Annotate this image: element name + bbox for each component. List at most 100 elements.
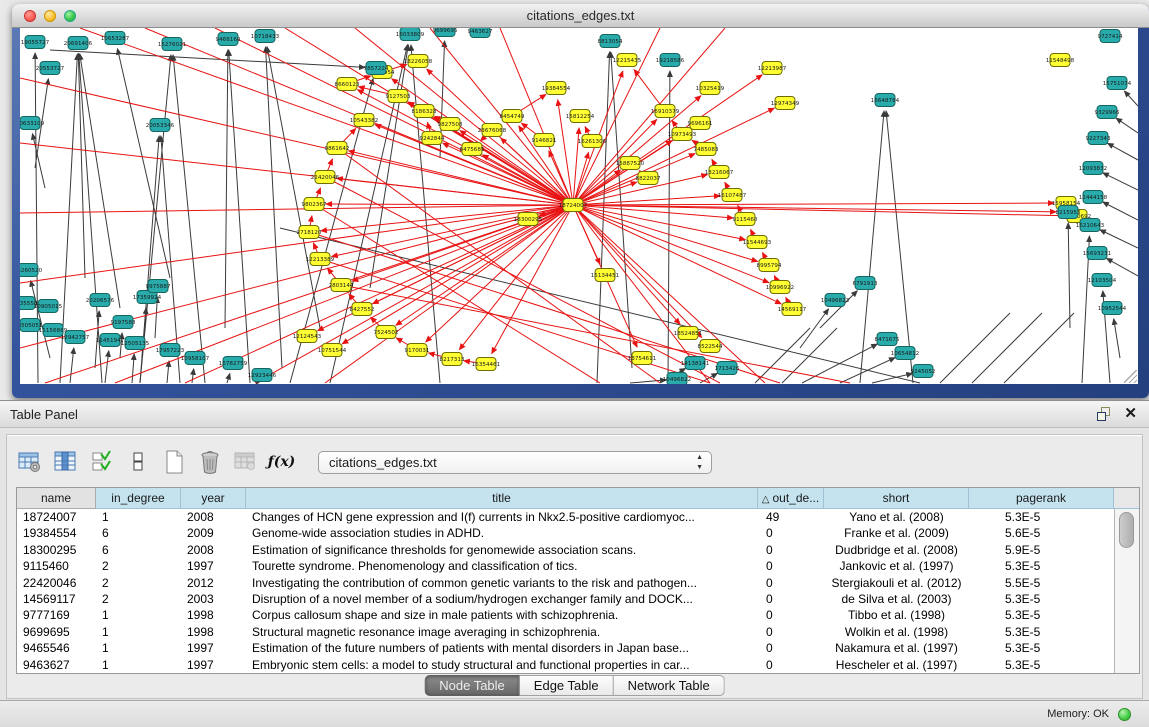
graph-node[interactable]: 20691406: [64, 37, 93, 50]
graph-node[interactable]: 8471675: [875, 333, 900, 346]
graph-node[interactable]: 18524851: [674, 327, 703, 340]
column-header-title[interactable]: title: [246, 488, 758, 509]
graph-node[interactable]: 14569117: [778, 303, 807, 316]
graph-node[interactable]: 10496822: [663, 373, 691, 385]
graph-node[interactable]: 9696161: [688, 117, 713, 130]
scrollbar-thumb[interactable]: [1119, 512, 1134, 548]
graph-node[interactable]: 12974349: [771, 97, 800, 110]
graph-node[interactable]: 10718433: [251, 30, 280, 43]
toggle-rows-icon[interactable]: [124, 449, 151, 476]
graph-node[interactable]: 12215435: [613, 54, 642, 67]
graph-node[interactable]: 8522544: [698, 340, 723, 353]
select-rows-icon[interactable]: [88, 449, 115, 476]
graph-node[interactable]: 7524502: [374, 326, 399, 339]
table-row[interactable]: 977716911998Corpus callosum shape and si…: [17, 607, 1139, 623]
graph-node[interactable]: 9827508: [438, 118, 463, 131]
graph-node[interactable]: 16107487: [718, 189, 747, 202]
graph-node[interactable]: 8454749: [500, 110, 525, 123]
graph-node[interactable]: 9146821: [532, 134, 557, 147]
graph-node[interactable]: 10325419: [696, 82, 725, 95]
graph-node[interactable]: 8217313: [440, 353, 465, 366]
graph-node[interactable]: 10496823: [821, 294, 850, 307]
tab-edge-table[interactable]: Edge Table: [520, 675, 614, 696]
graph-node[interactable]: 8813054: [598, 35, 623, 48]
graph-node[interactable]: 23676068: [478, 124, 507, 137]
graph-node[interactable]: 8427552: [350, 303, 375, 316]
graph-node[interactable]: 8475685: [460, 143, 485, 156]
graph-node[interactable]: 20553727: [36, 62, 65, 75]
graph-node[interactable]: 11544693: [743, 236, 772, 249]
graph-node[interactable]: 17957223: [156, 344, 185, 357]
graph-node[interactable]: 2718120: [297, 226, 322, 239]
graph-node[interactable]: 12124543: [293, 330, 322, 343]
network-canvas[interactable]: 1872400718226058891295486601239127503818…: [20, 28, 1138, 384]
graph-node[interactable]: 14138141: [681, 357, 710, 370]
graph-node[interactable]: 9170031: [405, 344, 430, 357]
column-header-in_degree[interactable]: in_degree: [96, 488, 181, 509]
graph-node[interactable]: 10996922: [766, 281, 794, 294]
graph-node[interactable]: 18226058: [404, 55, 433, 68]
tab-node-table[interactable]: Node Table: [424, 675, 520, 696]
table-row[interactable]: 911546021997Tourette syndrome. Phenomeno…: [17, 558, 1139, 574]
graph-node[interactable]: 15751074: [1103, 77, 1132, 90]
float-panel-icon[interactable]: [1097, 407, 1111, 421]
graph-node[interactable]: 12093832: [1079, 162, 1107, 175]
graph-node[interactable]: 25260520: [20, 264, 43, 277]
table-row[interactable]: 946554611997Estimation of the future num…: [17, 640, 1139, 656]
resize-grip-icon[interactable]: [1124, 370, 1137, 383]
graph-node[interactable]: 15134451: [591, 269, 620, 282]
graph-node[interactable]: 9727414: [1098, 30, 1123, 43]
delete-column-icon[interactable]: [196, 449, 223, 476]
column-header-year[interactable]: year: [181, 488, 246, 509]
graph-node[interactable]: 10952544: [1098, 302, 1127, 315]
tab-network-table[interactable]: Network Table: [614, 675, 725, 696]
table-row[interactable]: 1938455462009Genome-wide association stu…: [17, 525, 1139, 541]
graph-node[interactable]: 8186328: [412, 105, 437, 118]
graph-node[interactable]: 15276021: [158, 38, 187, 51]
function-builder-icon[interactable]: ƒ(x): [268, 449, 295, 476]
table-row[interactable]: 1830029562008Estimation of significance …: [17, 542, 1139, 558]
graph-node[interactable]: 10653287: [101, 32, 130, 45]
graph-node[interactable]: 6791913: [853, 277, 878, 290]
graph-node[interactable]: 9245052: [911, 365, 936, 378]
graph-node[interactable]: 12444158: [1079, 191, 1108, 204]
graph-node[interactable]: 8215953: [1056, 206, 1081, 219]
graph-node[interactable]: 13216067: [705, 166, 734, 179]
graph-node[interactable]: 10958107: [181, 352, 210, 365]
graph-node[interactable]: 20053346: [146, 119, 175, 132]
graph-node[interactable]: 16648784: [871, 94, 900, 107]
graph-node[interactable]: 10654812: [891, 347, 919, 360]
graph-node[interactable]: 16354461: [472, 358, 501, 371]
graph-node[interactable]: 9699695: [433, 28, 458, 37]
graph-node[interactable]: 9329966: [1095, 106, 1120, 119]
graph-node[interactable]: 16782759: [219, 357, 248, 370]
graph-node[interactable]: 9115460: [733, 213, 758, 226]
table-row[interactable]: 2242004622012Investigating the contribut…: [17, 575, 1139, 591]
graph-node[interactable]: 8995794: [757, 259, 782, 272]
column-header-name[interactable]: name: [17, 488, 96, 509]
table-row[interactable]: 1456911722003Disruption of a novel membe…: [17, 591, 1139, 607]
close-panel-icon[interactable]: ✕: [1124, 404, 1137, 422]
graph-node[interactable]: 12213389: [306, 253, 335, 266]
graph-node[interactable]: 10905015: [34, 300, 63, 313]
graph-node[interactable]: 12923446: [248, 369, 277, 382]
graph-node[interactable]: 15693231: [1083, 247, 1112, 260]
graph-node[interactable]: 8660123: [335, 78, 360, 91]
graph-node[interactable]: 1713426: [715, 362, 740, 375]
graph-node[interactable]: 7485083: [694, 143, 719, 156]
graph-node[interactable]: 12505135: [121, 337, 150, 350]
create-column-icon[interactable]: [160, 449, 187, 476]
column-header-pagerank[interactable]: pagerank: [969, 488, 1114, 509]
table-select-dropdown[interactable]: citations_edges.txt ▲▼: [318, 451, 712, 474]
graph-node[interactable]: 16910379: [651, 105, 680, 118]
graph-node[interactable]: 12213987: [758, 62, 787, 75]
import-table-icon[interactable]: [232, 449, 259, 476]
table-vertical-scrollbar[interactable]: [1114, 509, 1139, 673]
graph-node[interactable]: 10543382: [350, 114, 378, 127]
graph-node[interactable]: 8822037: [636, 172, 661, 185]
graph-node[interactable]: 9861642: [325, 142, 350, 155]
window-titlebar[interactable]: citations_edges.txt: [12, 4, 1149, 28]
graph-node[interactable]: 2803144: [329, 279, 354, 292]
graph-node[interactable]: 7857224: [364, 62, 389, 75]
column-header-short[interactable]: short: [824, 488, 969, 509]
